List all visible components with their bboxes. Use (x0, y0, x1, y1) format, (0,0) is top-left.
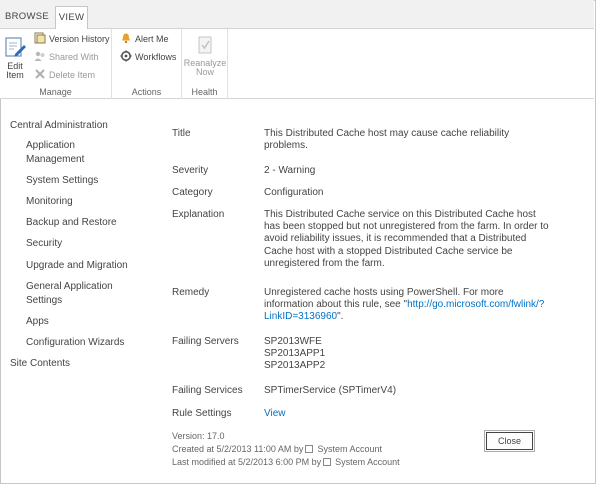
explanation-label: Explanation (172, 209, 225, 220)
modified-info: Last modified at 5/2/2013 6:00 PM by Syst… (172, 457, 400, 467)
health-group-label: Health (191, 87, 218, 97)
category-value: Configuration (264, 187, 324, 198)
nav-upgrade-and-migration[interactable]: Upgrade and Migration (26, 259, 128, 272)
actions-group-label: Actions (131, 87, 162, 97)
reanalyze-now-button[interactable]: Reanalyze Now (183, 35, 227, 77)
title-label: Title (172, 128, 191, 139)
failing-servers-list: SP2013WFE SP2013APP1 SP2013APP2 (264, 336, 554, 373)
failing-services-label: Failing Services (172, 385, 243, 396)
remedy-quote-close: ". (337, 311, 344, 323)
explanation-value: This Distributed Cache service on this D… (264, 209, 549, 269)
edit-item-label: Edit Item (6, 61, 24, 80)
shared-with-icon (34, 51, 45, 61)
failing-server: SP2013WFE (264, 336, 322, 347)
version-history-label: Version History (49, 34, 110, 44)
modified-by[interactable]: System Account (335, 457, 400, 467)
workflows-icon (120, 50, 132, 62)
alert-me-button[interactable]: Alert Me (120, 31, 169, 47)
ribbon-group-actions: Alert Me Workflows Actions (112, 29, 182, 99)
created-by[interactable]: System Account (317, 444, 382, 454)
modified-text: Last modified at 5/2/2013 6:00 PM by (172, 457, 322, 467)
version-history-button[interactable]: Version History (34, 31, 110, 47)
ribbon: Edit Item Version History Shared With De… (0, 29, 594, 99)
shared-with-label: Shared With (49, 52, 99, 62)
edit-item-button[interactable]: Edit Item (2, 35, 28, 80)
nav-central-administration[interactable]: Central Administration (10, 119, 108, 132)
nav-backup-and-restore[interactable]: Backup and Restore (26, 216, 117, 229)
bell-icon (122, 33, 130, 44)
delete-item-label: Delete Item (49, 70, 96, 80)
version-info: Version: 17.0 (172, 431, 225, 441)
reanalyze-label-line2: Now (195, 67, 214, 77)
failing-services-value: SPTimerService (SPTimerV4) (264, 385, 397, 396)
rule-settings-view-link[interactable]: View (264, 408, 286, 420)
ribbon-group-manage: Edit Item Version History Shared With De… (0, 29, 112, 99)
manage-group-label: Manage (39, 87, 72, 97)
nav-monitoring[interactable]: Monitoring (26, 195, 73, 208)
remedy-value: Unregistered cache hosts using PowerShel… (264, 287, 554, 324)
failing-server: SP2013APP1 (264, 348, 326, 360)
reanalyze-icon (198, 36, 212, 54)
nav-application-management-line2[interactable]: Management (26, 153, 84, 166)
ribbon-group-health: Reanalyze Now Health (182, 29, 228, 99)
workflows-label: Workflows (135, 52, 177, 62)
severity-label: Severity (172, 165, 209, 176)
nav-general-application-settings-line1[interactable]: General Application (26, 280, 113, 293)
severity-value: 2 - Warning (264, 165, 316, 176)
tab-view[interactable]: VIEW (55, 6, 88, 30)
remedy-label: Remedy (172, 287, 210, 298)
delete-icon (35, 69, 45, 79)
nav-system-settings[interactable]: System Settings (26, 174, 98, 187)
nav-application-management-line1[interactable]: Application (26, 139, 75, 152)
nav-security[interactable]: Security (26, 237, 62, 250)
edit-item-icon (5, 37, 26, 57)
nav-configuration-wizards[interactable]: Configuration Wizards (26, 336, 124, 349)
ribbon-tabstrip: BROWSE VIEW (0, 0, 594, 30)
presence-icon (305, 445, 314, 453)
failing-server: SP2013APP2 (264, 360, 326, 372)
presence-icon (323, 458, 332, 466)
title-value: This Distributed Cache host may cause ca… (264, 128, 510, 152)
alert-me-label: Alert Me (135, 34, 169, 44)
created-info: Created at 5/2/2013 11:00 AM by System Ac… (172, 444, 382, 454)
nav-apps[interactable]: Apps (26, 315, 49, 328)
rule-settings-label: Rule Settings (172, 408, 232, 419)
tab-browse[interactable]: BROWSE (2, 6, 52, 29)
created-text: Created at 5/2/2013 11:00 AM by (172, 444, 304, 454)
category-label: Category (172, 187, 213, 198)
workflows-button[interactable]: Workflows (120, 49, 176, 65)
nav-general-application-settings-line2[interactable]: Settings (26, 294, 62, 307)
failing-servers-label: Failing Servers (172, 336, 239, 347)
nav-site-contents[interactable]: Site Contents (10, 357, 70, 370)
delete-item-button[interactable]: Delete Item (34, 67, 95, 83)
shared-with-button[interactable]: Shared With (34, 49, 99, 65)
close-button[interactable]: Close (484, 430, 535, 452)
version-history-icon (34, 32, 46, 44)
